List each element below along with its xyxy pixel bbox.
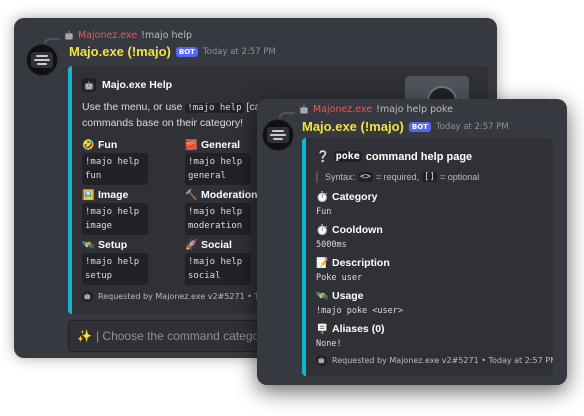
stopwatch-icon: ⏱️ [316,224,329,236]
placard-icon: 🪧 [316,323,329,335]
reply-reference[interactable]: 🤖 Majonez.exe !majo help poke [299,104,453,115]
picture-icon: 🖼️ [82,189,95,201]
message-header: Majo.exe (!majo) BOT Today at 2:57 PM [302,119,509,134]
field-cooldown: ⏱️ Cooldown 5000ms [316,223,383,252]
avatar[interactable] [262,119,294,151]
message-header: Majo.exe (!majo) BOT Today at 2:57 PM [69,44,276,59]
category-code: !majo help general [185,153,251,185]
sparkles-icon: ✨ [77,329,92,343]
reply-reference[interactable]: 🤖 Majonez.exe !majo help [64,30,192,41]
category-code: !majo help fun [82,153,148,185]
bricks-icon: 🧱 [185,139,198,151]
hammer-icon: 🔨 [185,189,198,201]
category-moderation: 🔨 Moderation !majo help moderation [185,188,258,235]
category-social: 🚀 Social !majo help social [185,238,251,285]
reply-text: !majo help [141,30,193,41]
category-name: General [201,139,241,151]
bot-badge: BOT [408,121,431,132]
title-text: command help page [365,150,473,163]
syntax-optional-text: = optional [439,172,480,182]
category-name: Social [201,239,232,251]
embed-author-name: Majo.exe Help [102,79,173,91]
field-category: ⏱️ Category Fun [316,190,378,219]
timestamp: Today at 2:57 PM [202,46,276,57]
category-name: Setup [98,239,128,251]
reply-text: !majo help poke [376,104,453,115]
category-fun: 🤣 Fun !majo help fun [82,138,148,185]
category-code: !majo help image [82,203,148,235]
category-code: !majo help moderation [185,203,251,235]
satellite-icon: 🛰️ [316,290,329,302]
command-name: poke [333,151,362,162]
field-usage: 🛰️ Usage !majo poke <user> [316,289,403,318]
category-name: Moderation [201,189,258,201]
syntax-required-code: <> [358,172,373,182]
poke-help-message-window: 🤖 Majonez.exe !majo help poke Majo.exe (… [257,99,567,385]
satellite-icon: 🛰️ [82,239,95,251]
bot-icon: 🤖 [299,105,309,114]
poke-help-embed: ❔ poke command help page Syntax: <> = re… [302,138,553,376]
category-setup: 🛰️ Setup !majo help setup [82,238,148,285]
field-name: Aliases (0) [332,323,385,335]
reply-username[interactable]: Majonez.exe [313,104,372,115]
username[interactable]: Majo.exe (!majo) [69,44,171,59]
bot-icon: 🤖 [64,31,74,40]
field-value: Poke user [316,273,363,283]
category-code: !majo help setup [82,253,148,285]
field-description: 📝 Description Poke user [316,256,390,285]
syntax-optional-code: [] [422,172,437,182]
embed-author: 🤖 Majo.exe Help [82,78,172,92]
field-value: None! [316,339,342,349]
bot-icon: 🤖 [82,78,96,92]
select-placeholder: | Choose the command category [95,329,270,343]
inline-command: !majo help [185,103,244,113]
timestamp: Today at 2:57 PM [435,121,509,132]
category-name: Fun [98,139,118,151]
username[interactable]: Majo.exe (!majo) [302,119,404,134]
syntax-label: Syntax: [325,172,356,182]
reply-username[interactable]: Majonez.exe [78,30,137,41]
category-image: 🖼️ Image !majo help image [82,188,148,235]
field-name: Description [332,257,390,269]
field-value: !majo poke <user> [316,306,403,316]
syntax-required-text: = required, [375,172,420,182]
category-name: Image [98,189,129,201]
field-name: Usage [332,290,364,302]
embed-footer: 🤖 Requested by Majonez.exe v2#5271 • Tod… [316,355,553,366]
bot-icon: 🤖 [316,355,327,366]
stopwatch-icon: ⏱️ [316,191,329,203]
embed-title: ❔ poke command help page [316,150,473,164]
footer-text: Requested by Majonez.exe v2#5271 • Today… [332,356,553,365]
syntax-note: Syntax: <> = required, [] = optional [316,171,479,183]
rocket-icon: 🚀 [185,239,198,251]
field-name: Category [332,191,378,203]
field-value: Fun [316,207,332,217]
avatar[interactable] [26,44,58,76]
bot-icon: 🤖 [82,291,93,302]
laughing-icon: 🤣 [82,139,95,151]
field-name: Cooldown [332,224,383,236]
memo-icon: 📝 [316,257,329,269]
field-aliases: 🪧 Aliases (0) None! [316,322,385,351]
bot-badge: BOT [175,46,198,57]
category-general: 🧱 General !majo help general [185,138,251,185]
category-code: !majo help social [185,253,251,285]
question-icon: ❔ [316,151,330,163]
field-value: 5000ms [316,240,347,250]
